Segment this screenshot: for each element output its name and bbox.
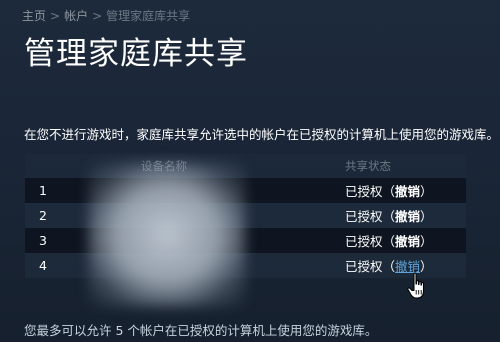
device-names-blur-mask [88,162,246,307]
share-status-cell: 已授权（撤销） [345,178,466,203]
footer-note: 您最多可以允许 5 个帐户在已授权的计算机上使用您的游戏库。 [24,323,378,338]
breadcrumb-separator: > [92,9,103,23]
paren-close: ） [420,184,433,199]
row-number: 4 [25,253,83,278]
status-text: 已授权 [345,259,383,274]
page-description: 在您不进行游戏时，家庭库共享允许选中的帐户在已授权的计算机上使用您的游戏库。 [24,127,500,142]
revoke-link[interactable]: 撤销 [395,209,420,224]
breadcrumb-account-link[interactable]: 帐户 [64,9,88,23]
paren-open: （ [382,259,396,274]
breadcrumb-home-link[interactable]: 主页 [22,9,46,23]
row-number: 3 [25,228,83,253]
row-number: 2 [25,203,83,228]
status-text: 已授权 [345,184,383,199]
status-text: 已授权 [345,209,383,224]
revoke-link[interactable]: 撤销 [395,234,420,249]
share-status-cell: 已授权（撤销） [345,203,466,228]
row-number: 1 [25,178,83,203]
page-title: 管理家庭库共享 [24,36,248,72]
paren-close: ） [420,234,433,249]
revoke-link[interactable]: 撤销 [395,184,420,199]
paren-open: （ [382,184,396,199]
breadcrumb-current: 管理家庭库共享 [106,9,191,23]
share-status-cell: 已授权（撤销） [345,253,466,278]
breadcrumb-separator: > [50,9,61,23]
paren-close: ） [420,209,433,224]
paren-open: （ [382,209,396,224]
share-status-cell: 已授权（撤销） [345,228,466,253]
breadcrumb: 主页 > 帐户 > 管理家庭库共享 [22,7,190,24]
header-share-status: 共享状态 [345,154,466,178]
hand-pointer-icon [407,272,425,299]
header-number [25,154,83,178]
status-text: 已授权 [345,234,383,249]
paren-open: （ [382,234,396,249]
